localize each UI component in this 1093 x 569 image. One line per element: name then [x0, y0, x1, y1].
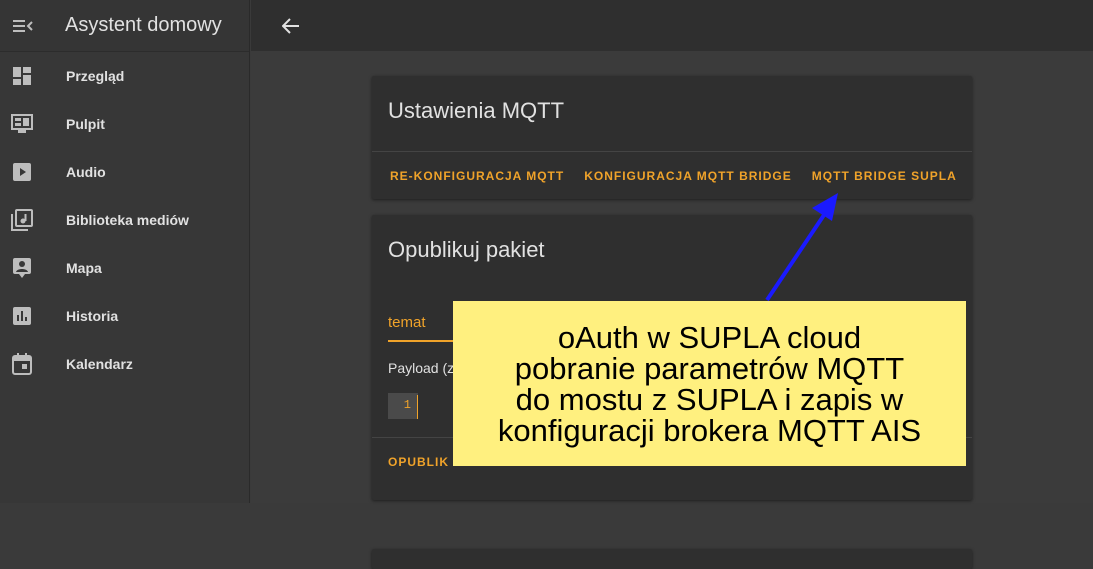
sidebar-nav: Przegląd Pulpit Audio Biblioteka mediów … [0, 52, 249, 388]
sidebar-item-label: Mapa [66, 260, 102, 276]
play-box-icon [10, 160, 34, 184]
reconfigure-mqtt-button[interactable]: RE-KONFIGURACJA MQTT [380, 158, 574, 194]
annotation-line: konfiguracji brokera MQTT AIS [497, 412, 922, 448]
sidebar-item-label: Historia [66, 308, 119, 324]
annotation-line: pobranie parametrów MQTT [514, 350, 905, 386]
sidebar-item-kalendarz[interactable]: Kalendarz [0, 340, 249, 388]
sidebar-item-label: Kalendarz [66, 356, 133, 372]
monitor-dashboard-icon [10, 112, 34, 136]
sidebar-item-audio[interactable]: Audio [0, 148, 249, 196]
payload-label: Payload (z [388, 360, 455, 376]
sidebar: Asystent domowy Przegląd Pulpit Audio Bi… [0, 0, 250, 503]
code-editor-gutter: 1 [388, 393, 418, 419]
sidebar-item-label: Audio [66, 164, 106, 180]
sidebar-item-biblioteka[interactable]: Biblioteka mediów [0, 196, 249, 244]
chart-box-icon [10, 304, 34, 328]
line-number: 1 [403, 398, 411, 412]
sidebar-item-pulpit[interactable]: Pulpit [0, 100, 249, 148]
sidebar-item-mapa[interactable]: Mapa [0, 244, 249, 292]
sidebar-item-historia[interactable]: Historia [0, 292, 249, 340]
sidebar-header: Asystent domowy [0, 0, 249, 52]
back-arrow-icon[interactable] [279, 14, 303, 38]
card-title: Ustawienia MQTT [388, 98, 565, 123]
app-title: Asystent domowy [65, 14, 222, 36]
topic-value: temat [388, 314, 426, 331]
text-cursor [417, 395, 418, 419]
calendar-icon [10, 352, 34, 376]
dashboard-icon [10, 64, 34, 88]
annotation-line: oAuth w SUPLA cloud [557, 319, 862, 355]
sidebar-item-label: Biblioteka mediów [66, 212, 189, 228]
mqtt-bridge-supla-button[interactable]: MQTT BRIDGE SUPLA [802, 158, 967, 194]
sidebar-item-przeglad[interactable]: Przegląd [0, 52, 249, 100]
music-library-icon [10, 208, 34, 232]
card-title: Opublikuj pakiet [388, 237, 545, 262]
account-box-icon [10, 256, 34, 280]
configure-mqtt-bridge-button[interactable]: KONFIGURACJA MQTT BRIDGE [574, 158, 802, 194]
top-bar [251, 0, 1093, 51]
sidebar-item-label: Przegląd [66, 68, 125, 84]
annotation-callout: oAuth w SUPLA cloud pobranie parametrów … [453, 301, 966, 466]
publish-button[interactable]: OPUBLIK [386, 444, 451, 480]
mqtt-settings-card: Ustawienia MQTT RE-KONFIGURACJA MQTT KON… [372, 76, 972, 199]
card-actions: RE-KONFIGURACJA MQTT KONFIGURACJA MQTT B… [372, 151, 972, 199]
annotation-text: oAuth w SUPLA cloud pobranie parametrów … [498, 322, 921, 446]
annotation-line: do mostu z SUPLA i zapis w [515, 381, 904, 417]
menu-collapse-icon[interactable] [11, 14, 35, 38]
next-card [372, 549, 972, 569]
sidebar-item-label: Pulpit [66, 116, 105, 132]
